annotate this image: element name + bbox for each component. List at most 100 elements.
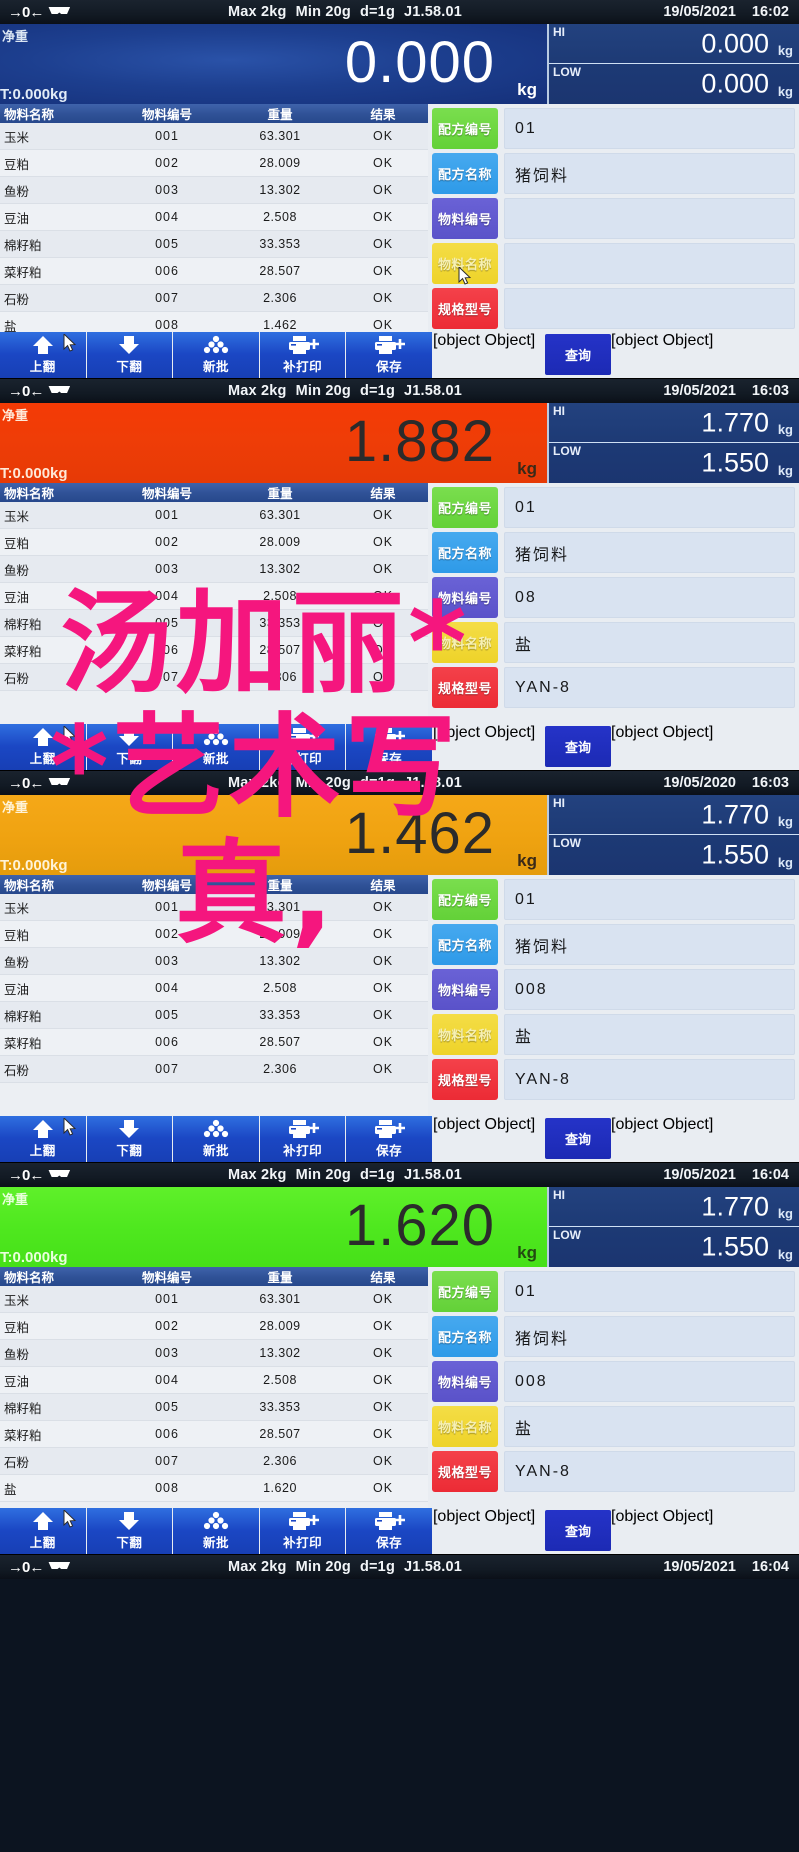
reprint-button[interactable]: 补打印	[259, 724, 346, 770]
spec-model-value[interactable]: YAN-8	[504, 667, 795, 708]
page-down-button[interactable]: 下翻	[86, 1508, 173, 1554]
recipe-no-value[interactable]: 01	[504, 108, 795, 149]
spec-model-value[interactable]	[504, 288, 795, 329]
spec-model-button[interactable]: 规格型号	[432, 667, 498, 708]
recipe-name-button[interactable]: 配方名称	[432, 153, 498, 194]
table-row[interactable]: 菜籽粕 006 28.507 OK	[0, 258, 428, 285]
table-row[interactable]: 棉籽粕 005 33.353 OK	[0, 231, 428, 258]
table-row[interactable]: 棉籽粕 005 33.353 OK	[0, 1002, 428, 1029]
spec-model-button[interactable]: 规格型号	[432, 1059, 498, 1100]
table-row[interactable]: 石粉 007 2.306 OK	[0, 285, 428, 312]
table-row[interactable]: 豆粕 002 28.009 OK	[0, 150, 428, 177]
material-no-value[interactable]: 008	[504, 969, 795, 1010]
reprint-button[interactable]: 补打印	[259, 1508, 346, 1554]
cell-重量: 28.009	[259, 156, 301, 170]
new-batch-button[interactable]: 新批	[173, 1508, 259, 1554]
new-batch-button[interactable]: 新批	[173, 724, 259, 770]
material-name-button[interactable]: 物料名称	[432, 1014, 498, 1055]
material-name-value[interactable]: 盐	[504, 1014, 795, 1055]
material-no-button[interactable]: 物料编号	[432, 198, 498, 239]
page-up-button[interactable]: 上翻	[0, 1116, 86, 1162]
table-row[interactable]: 豆粕 002 28.009 OK	[0, 1313, 428, 1340]
recipe-no-button[interactable]: 配方编号	[432, 108, 498, 149]
recipe-no-button[interactable]: 配方编号	[432, 879, 498, 920]
query-button[interactable]: 查询	[545, 1118, 611, 1159]
page-down-button[interactable]: 下翻	[86, 724, 173, 770]
recipe-name-value[interactable]: 猪饲料	[504, 532, 795, 573]
recipe-no-value[interactable]: 01	[504, 879, 795, 920]
spec-model-value[interactable]: YAN-8	[504, 1059, 795, 1100]
table-row[interactable]: 棉籽粕 005 33.353 OK	[0, 610, 428, 637]
material-name-button[interactable]: 物料名称	[432, 243, 498, 285]
table-row[interactable]: 豆油 004 2.508 OK	[0, 204, 428, 231]
table-row[interactable]: 鱼粉 003 13.302 OK	[0, 1340, 428, 1367]
material-name-value[interactable]	[504, 243, 795, 284]
recipe-name-button[interactable]: 配方名称	[432, 924, 498, 965]
save-button[interactable]: 保存	[63, 724, 432, 770]
table-row[interactable]: 鱼粉 003 13.302 OK	[0, 177, 428, 204]
material-no-button[interactable]: 物料编号	[432, 1361, 498, 1402]
spec-model-button[interactable]: 规格型号	[432, 288, 498, 329]
page-up-button[interactable]: 上翻	[0, 724, 86, 770]
material-name-value[interactable]: 盐	[504, 1406, 795, 1447]
table-row[interactable]: 玉米 001 63.301 OK	[0, 1286, 428, 1313]
table-row[interactable]: 玉米 001 63.301 OK	[0, 502, 428, 529]
table-row[interactable]: 菜籽粕 006 28.507 OK	[0, 1421, 428, 1448]
recipe-name-button[interactable]: 配方名称	[432, 532, 498, 573]
material-no-value[interactable]	[504, 198, 795, 239]
page-up-button[interactable]: 上翻	[0, 1508, 86, 1554]
recipe-no-value[interactable]: 01	[504, 1271, 795, 1312]
recipe-name-button[interactable]: 配方名称	[432, 1316, 498, 1357]
save-button[interactable]: 保存	[63, 1116, 432, 1162]
table-row[interactable]: 石粉 007 2.306 OK	[0, 664, 428, 691]
table-row[interactable]: 菜籽粕 006 28.507 OK	[0, 1029, 428, 1056]
material-no-button[interactable]: 物料编号	[432, 969, 498, 1010]
table-row[interactable]: 石粉 007 2.306 OK	[0, 1056, 428, 1083]
table-row[interactable]: 豆油 004 2.508 OK	[0, 1367, 428, 1394]
status-indicators: →0←	[0, 1167, 150, 1184]
save-button[interactable]: 保存	[63, 1508, 432, 1554]
cell-重量: 28.009	[259, 535, 301, 549]
table-row[interactable]: 鱼粉 003 13.302 OK	[0, 556, 428, 583]
recipe-name-value[interactable]: 猪饲料	[504, 153, 795, 194]
material-name-button[interactable]: 物料名称	[432, 622, 498, 663]
new-batch-button[interactable]: 新批	[173, 1116, 259, 1162]
table-row[interactable]: 豆粕 002 28.009 OK	[0, 921, 428, 948]
recipe-name-value[interactable]: 猪饲料	[504, 1316, 795, 1357]
material-no-value[interactable]: 008	[504, 1361, 795, 1402]
table-row[interactable]: 石粉 007 2.306 OK	[0, 1448, 428, 1475]
page-down-button[interactable]: 下翻	[86, 332, 173, 378]
query-button[interactable]: 查询	[545, 1510, 611, 1551]
cell-物料名称: 豆油	[4, 982, 30, 997]
table-row[interactable]: 豆油 004 2.508 OK	[0, 583, 428, 610]
material-name-button[interactable]: 物料名称	[432, 1406, 498, 1447]
material-no-value[interactable]: 08	[504, 577, 795, 618]
save-button[interactable]: 保存	[63, 332, 432, 378]
material-name-value[interactable]: 盐	[504, 622, 795, 663]
table-row[interactable]: 豆油 004 2.508 OK	[0, 975, 428, 1002]
table-row[interactable]: 豆粕 002 28.009 OK	[0, 529, 428, 556]
recipe-no-button[interactable]: 配方编号	[432, 1271, 498, 1312]
page-up-button[interactable]: 上翻	[0, 332, 86, 378]
table-row[interactable]: 玉米 001 63.301 OK	[0, 894, 428, 921]
material-no-button[interactable]: 物料编号	[432, 577, 498, 618]
reprint-button[interactable]: 补打印	[259, 332, 346, 378]
spec-model-value[interactable]: YAN-8	[504, 1451, 795, 1492]
table-row[interactable]: 菜籽粕 006 28.507 OK	[0, 637, 428, 664]
table-row[interactable]: 玉米 001 63.301 OK	[0, 123, 428, 150]
reprint-button[interactable]: 补打印	[259, 1116, 346, 1162]
recipe-no-value[interactable]: 01	[504, 487, 795, 528]
recipe-no-button[interactable]: 配方编号	[432, 487, 498, 528]
recipe-name-value[interactable]: 猪饲料	[504, 924, 795, 965]
new-batch-button[interactable]: 新批	[173, 332, 259, 378]
table-row[interactable]: 棉籽粕 005 33.353 OK	[0, 1394, 428, 1421]
hi-limit-unit: kg	[777, 43, 793, 58]
table-row[interactable]: 盐 008 1.620 OK	[0, 1475, 428, 1502]
date-text: 19/05/2021	[663, 1559, 736, 1575]
query-button[interactable]: 查询	[545, 334, 611, 375]
min-capacity: Min 20g	[295, 775, 351, 791]
spec-model-button[interactable]: 规格型号	[432, 1451, 498, 1492]
query-button[interactable]: 查询	[545, 726, 611, 767]
page-down-button[interactable]: 下翻	[86, 1116, 173, 1162]
table-row[interactable]: 鱼粉 003 13.302 OK	[0, 948, 428, 975]
